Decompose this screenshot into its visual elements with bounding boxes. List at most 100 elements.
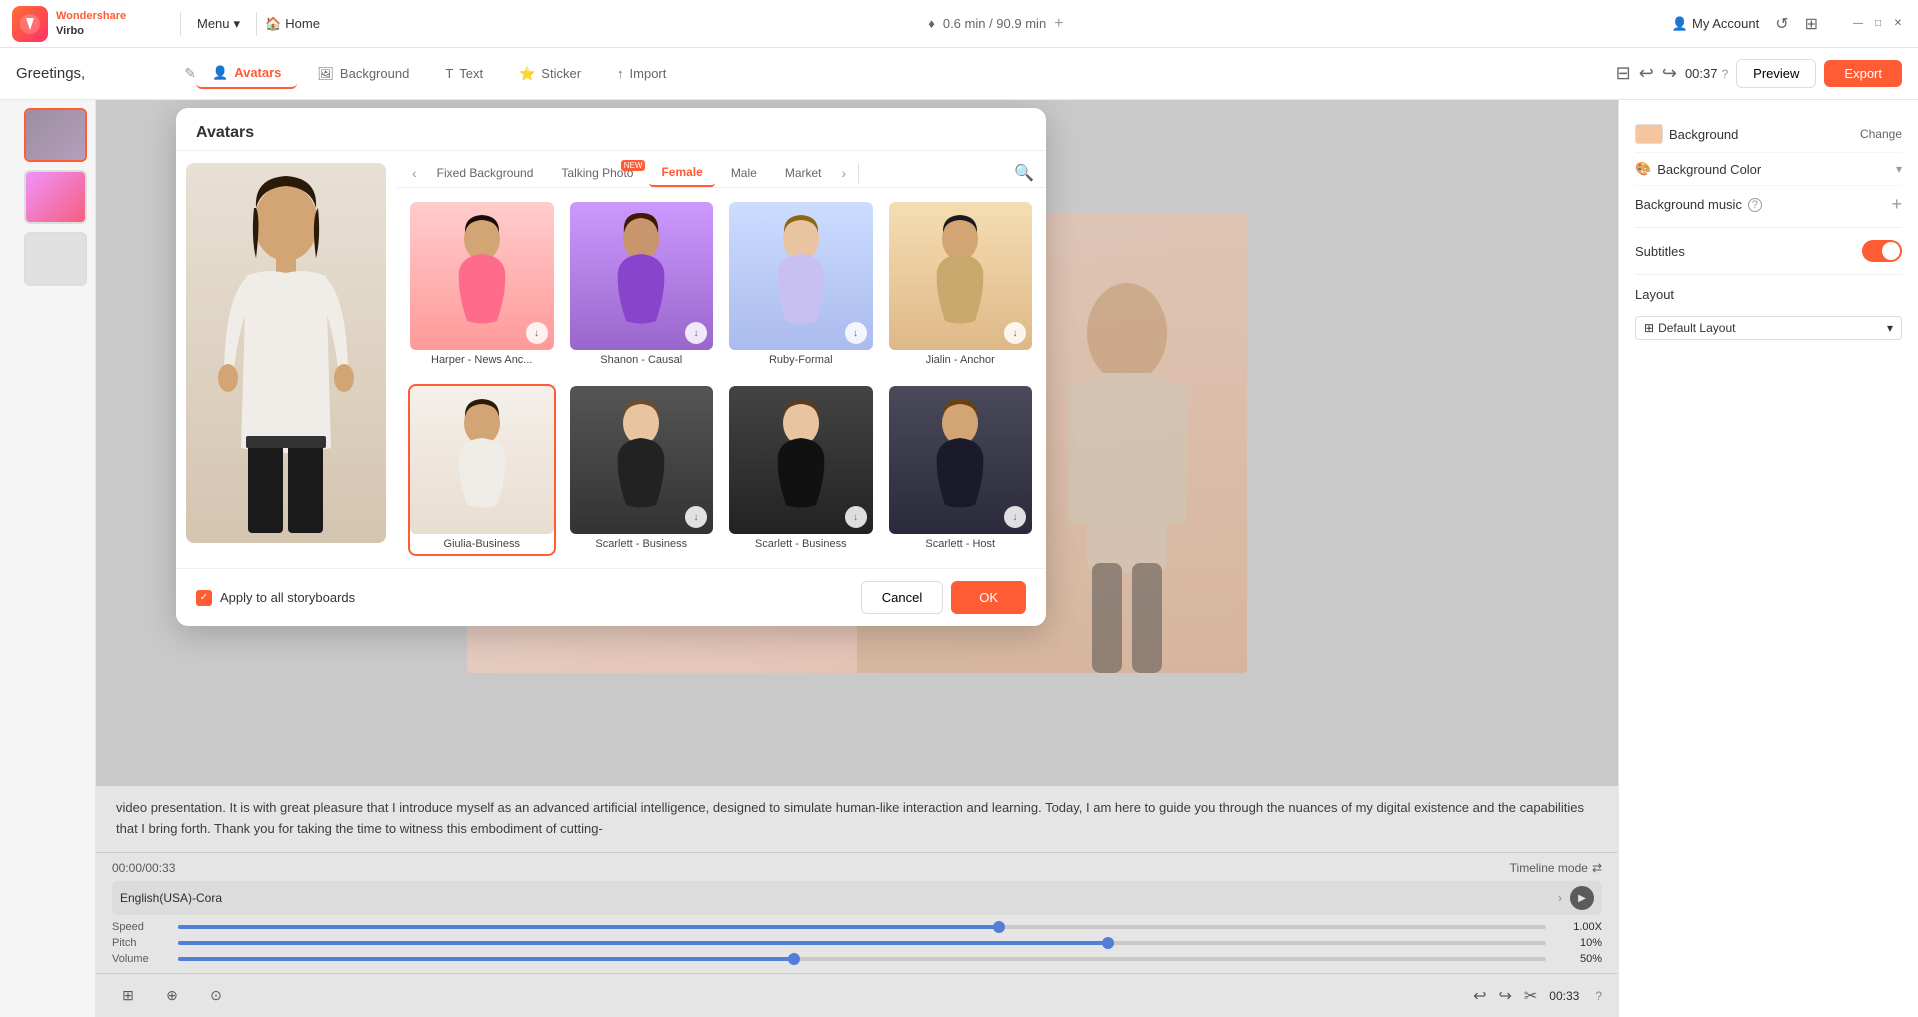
- storyboard-item-2[interactable]: [24, 170, 87, 224]
- modal-actions: Cancel OK: [861, 581, 1026, 614]
- palette-icon: 🎨: [1635, 161, 1651, 177]
- background-label: Background: [1669, 127, 1738, 142]
- tab-sticker[interactable]: ⭐ Sticker: [503, 60, 597, 88]
- preview-pane: [176, 151, 396, 568]
- redo-button[interactable]: ↪: [1662, 63, 1677, 84]
- storyboard-1-wrapper: 1: [24, 108, 87, 162]
- tab-talking-photo[interactable]: Talking Photo NEW: [549, 160, 645, 186]
- divider-subtitles: [1635, 274, 1902, 275]
- avatar-card-giulia[interactable]: Giulia-Business: [408, 384, 556, 556]
- cancel-button[interactable]: Cancel: [861, 581, 943, 614]
- home-button[interactable]: 🏠 Home: [265, 16, 320, 32]
- tab-market[interactable]: Market: [773, 160, 834, 186]
- selected-avatar-preview: [186, 163, 386, 543]
- avatar-card-jialin[interactable]: ↓ Jialin - Anchor: [887, 200, 1035, 372]
- avatar-thumb-scarlett2: ↓: [729, 386, 873, 534]
- avatar-grid: ↓ Harper - News Anc...: [408, 200, 1034, 556]
- help-icon: ?: [1721, 67, 1728, 81]
- avatar-name-jialin: Jialin - Anchor: [926, 350, 995, 370]
- subtitles-toggle[interactable]: [1862, 240, 1902, 262]
- right-tools: ⊟ ↩ ↪ 00:37 ? Preview Export: [1616, 59, 1902, 88]
- close-button[interactable]: ✕: [1890, 16, 1906, 32]
- new-badge: NEW: [621, 160, 646, 171]
- checkbox-icon: ✓: [196, 590, 212, 606]
- download-icon-scarlett3[interactable]: ↓: [1004, 506, 1026, 528]
- avatar-card-harper[interactable]: ↓ Harper - News Anc...: [408, 200, 556, 372]
- download-icon-jialin[interactable]: ↓: [1004, 322, 1026, 344]
- main-layout: 1 2 3: [0, 100, 1918, 1017]
- avatar-thumb-shanon: ↓: [570, 202, 714, 350]
- bg-color-row: 🎨 Background Color ▾: [1635, 153, 1902, 186]
- undo-button[interactable]: ↩: [1639, 63, 1654, 84]
- modal-title: Avatars: [196, 124, 254, 141]
- secondary-toolbar: Greetings, ✎ 👤 Avatars 🖼 Background T Te…: [0, 48, 1918, 100]
- avatar-thumb-scarlett1: ↓: [570, 386, 714, 534]
- tab-female[interactable]: Female: [649, 159, 714, 187]
- time-display: 00:37: [1685, 66, 1718, 81]
- avatar-modal: Avatars: [176, 108, 1046, 626]
- avatar-card-scarlett2[interactable]: ↓ Scarlett - Business: [727, 384, 875, 556]
- tab-prev-button[interactable]: ‹: [408, 161, 421, 185]
- download-icon-scarlett2[interactable]: ↓: [845, 506, 867, 528]
- preview-button[interactable]: Preview: [1736, 59, 1816, 88]
- subtitles-row: Subtitles: [1635, 232, 1902, 270]
- avatar-card-scarlett3[interactable]: ↓ Scarlett - Host: [887, 384, 1035, 556]
- modal-header: Avatars: [176, 108, 1046, 151]
- modal-body: ‹ Fixed Background Talking Photo NEW Fem…: [176, 151, 1046, 568]
- change-background-button[interactable]: Change: [1860, 127, 1902, 141]
- download-icon-shanon[interactable]: ↓: [685, 322, 707, 344]
- layers-button[interactable]: ⊟: [1616, 63, 1631, 84]
- my-account-button[interactable]: 👤 My Account: [1672, 16, 1759, 32]
- storyboard-item-3[interactable]: [24, 232, 87, 286]
- add-time-button[interactable]: +: [1054, 15, 1063, 33]
- tab-fixed-background[interactable]: Fixed Background: [425, 160, 546, 186]
- maximize-button[interactable]: □: [1870, 16, 1886, 32]
- tab-male[interactable]: Male: [719, 160, 769, 186]
- grid-view-button[interactable]: ⊞: [1805, 14, 1818, 34]
- avatar-card-scarlett1[interactable]: ↓ Scarlett - Business: [568, 384, 716, 556]
- download-icon-ruby[interactable]: ↓: [845, 322, 867, 344]
- search-avatars-button[interactable]: 🔍: [1014, 163, 1034, 183]
- tab-avatars[interactable]: 👤 Avatars: [196, 59, 297, 89]
- avatar-thumb-giulia: [410, 386, 554, 534]
- avatar-name-scarlett2: Scarlett - Business: [755, 534, 847, 554]
- history-button[interactable]: ↺: [1775, 14, 1788, 34]
- logo-text: Wondershare Virbo: [56, 9, 126, 38]
- avatar-name-scarlett3: Scarlett - Host: [925, 534, 995, 554]
- minimize-button[interactable]: —: [1850, 16, 1866, 32]
- storyboard-item-1[interactable]: [24, 108, 87, 162]
- background-swatch: [1635, 124, 1663, 144]
- download-icon-scarlett1[interactable]: ↓: [685, 506, 707, 528]
- layout-select[interactable]: ⊞ Default Layout ▾: [1635, 316, 1902, 340]
- top-bar: Wondershare Virbo Menu ▾ 🏠 Home ♦ 0.6 mi…: [0, 0, 1918, 48]
- ok-button[interactable]: OK: [951, 581, 1026, 614]
- bg-color-expand-button[interactable]: ▾: [1896, 162, 1902, 176]
- modal-footer: ✓ Apply to all storyboards Cancel OK: [176, 568, 1046, 626]
- tab-background[interactable]: 🖼 Background: [301, 60, 425, 88]
- tab-divider: [858, 163, 859, 183]
- timer-display: 0.6 min / 90.9 min: [943, 16, 1046, 31]
- grid-section: ‹ Fixed Background Talking Photo NEW Fem…: [396, 151, 1046, 568]
- edit-greeting-icon[interactable]: ✎: [184, 65, 196, 82]
- avatar-card-ruby[interactable]: ↓ Ruby-Formal: [727, 200, 875, 372]
- export-button[interactable]: Export: [1824, 60, 1902, 87]
- logo-area: Wondershare Virbo: [12, 6, 172, 42]
- avatar-thumb-scarlett3: ↓: [889, 386, 1033, 534]
- divider: [180, 12, 181, 36]
- tab-text[interactable]: T Text: [429, 60, 499, 87]
- menu-button[interactable]: Menu ▾: [189, 12, 248, 36]
- modal-overlay: Avatars: [96, 100, 1618, 1017]
- avatar-card-shanon[interactable]: ↓ Shanon - Causal: [568, 200, 716, 372]
- avatar-thumb-harper: ↓: [410, 202, 554, 350]
- tab-next-button[interactable]: ›: [838, 161, 851, 185]
- bg-music-label: Background music: [1635, 197, 1742, 212]
- layout-expand-icon: ▾: [1887, 321, 1893, 335]
- avatar-name-harper: Harper - News Anc...: [431, 350, 532, 370]
- tab-import[interactable]: ↑ Import: [601, 60, 682, 87]
- storyboard-3-wrapper: 3: [24, 232, 87, 286]
- avatar-grid-area: ↓ Harper - News Anc...: [396, 188, 1046, 568]
- layout-label: Layout: [1635, 287, 1674, 302]
- add-music-button[interactable]: +: [1891, 194, 1902, 215]
- apply-all-checkbox[interactable]: ✓ Apply to all storyboards: [196, 590, 355, 606]
- download-icon-harper[interactable]: ↓: [526, 322, 548, 344]
